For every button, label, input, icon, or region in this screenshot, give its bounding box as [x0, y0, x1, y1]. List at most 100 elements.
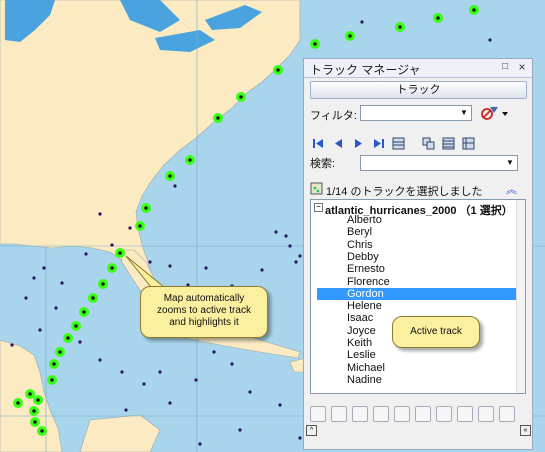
- filter-select[interactable]: ▼: [360, 105, 472, 121]
- table-icon[interactable]: [436, 406, 452, 422]
- active-track-point-center: [313, 42, 317, 46]
- active-track-point-center: [32, 409, 36, 413]
- sync-tables-icon[interactable]: [422, 137, 435, 150]
- track-item[interactable]: Debby: [347, 251, 379, 263]
- active-track-point-center: [118, 251, 122, 255]
- bottom-toolbar: [308, 406, 528, 424]
- track-item[interactable]: Michael: [347, 362, 385, 374]
- flash-track-icon[interactable]: [373, 406, 389, 422]
- track-item[interactable]: Gordon: [347, 288, 384, 300]
- active-track-point-center: [66, 336, 70, 340]
- track-point: [42, 266, 46, 270]
- track-point: [110, 243, 114, 247]
- filter-label: フィルタ:: [310, 110, 357, 122]
- panel-title: トラック マネージャ: [310, 63, 421, 77]
- track-item[interactable]: Keith: [347, 337, 372, 349]
- track-item[interactable]: Leslie: [347, 349, 376, 361]
- search-input[interactable]: ▼: [360, 155, 518, 171]
- track-point: [120, 370, 124, 374]
- pin-icon[interactable]: □: [499, 61, 511, 73]
- track-point: [288, 244, 292, 248]
- delete-icon[interactable]: [478, 406, 494, 422]
- track-point: [198, 442, 202, 446]
- track-point: [294, 260, 298, 264]
- tab-track[interactable]: トラック: [310, 81, 527, 99]
- track-point: [230, 362, 234, 366]
- table-view-icon[interactable]: [392, 137, 405, 150]
- tree-collapse-icon[interactable]: −: [314, 203, 323, 212]
- status-text: 1/14 のトラックを選択しました: [326, 186, 483, 198]
- active-track-point-center: [82, 310, 86, 314]
- track-item[interactable]: Alberto: [347, 214, 382, 226]
- track-point: [38, 328, 42, 332]
- attribute-table-icon[interactable]: [442, 137, 455, 150]
- track-callout-text: Active track: [410, 326, 462, 337]
- active-track-point-center: [276, 68, 280, 72]
- track-point: [278, 403, 282, 407]
- track-point: [173, 184, 177, 188]
- track-point: [298, 436, 302, 440]
- active-track-point-center: [36, 398, 40, 402]
- export-table-icon[interactable]: [462, 137, 475, 150]
- track-point: [98, 212, 102, 216]
- track-item[interactable]: Florence: [347, 276, 390, 288]
- pan-to-track-icon[interactable]: [352, 406, 368, 422]
- zoom-to-selection-icon[interactable]: [331, 406, 347, 422]
- track-point: [238, 428, 242, 432]
- map-callout-text: Map automatically zooms to active track …: [157, 293, 251, 328]
- chart-icon[interactable]: [457, 406, 473, 422]
- collapse-arrows-icon[interactable]: «: [520, 425, 531, 436]
- active-track-point-center: [101, 282, 105, 286]
- track-point: [24, 296, 28, 300]
- track-item[interactable]: Joyce: [347, 325, 376, 337]
- active-track-point-center: [52, 362, 56, 366]
- track-point: [168, 401, 172, 405]
- track-item[interactable]: Ernesto: [347, 263, 385, 275]
- track-point: [274, 230, 278, 234]
- track-item[interactable]: Isaac: [347, 312, 373, 324]
- track-point: [158, 370, 162, 374]
- active-track-point-center: [40, 429, 44, 433]
- active-track-point-center: [436, 16, 440, 20]
- track-point: [84, 252, 88, 256]
- active-track-point-center: [50, 378, 54, 382]
- track-point: [260, 268, 264, 272]
- tree-scrollbar[interactable]: [516, 200, 525, 393]
- time-slider-icon[interactable]: [415, 406, 431, 422]
- selection-icon: [310, 182, 323, 195]
- track-callout: Active track: [392, 316, 480, 348]
- active-track-point-center: [110, 266, 114, 270]
- active-track-point-center: [472, 8, 476, 12]
- track-item[interactable]: Helene: [347, 300, 382, 312]
- active-track-point-center: [216, 116, 220, 120]
- select-tool-icon[interactable]: [310, 406, 326, 422]
- collapse-icon[interactable]: ︽: [506, 181, 517, 197]
- track-item[interactable]: Beryl: [347, 226, 372, 238]
- options-icon[interactable]: [499, 406, 515, 422]
- next-track-icon[interactable]: [352, 137, 365, 150]
- track-point: [284, 234, 288, 238]
- track-item[interactable]: Chris: [347, 239, 373, 251]
- track-point: [248, 390, 252, 394]
- active-track-point-center: [188, 158, 192, 162]
- track-point: [298, 254, 302, 258]
- active-track-point-center: [398, 25, 402, 29]
- zoom-in-icon[interactable]: [394, 406, 410, 422]
- active-track-point-center: [74, 324, 78, 328]
- first-track-icon[interactable]: [312, 137, 325, 150]
- filter-icon[interactable]: [480, 105, 510, 121]
- active-track-point-center: [28, 392, 32, 396]
- close-icon[interactable]: ×: [516, 61, 528, 73]
- track-point: [98, 358, 102, 362]
- track-point: [54, 306, 58, 310]
- last-track-icon[interactable]: [372, 137, 385, 150]
- active-track-point-center: [33, 420, 37, 424]
- search-label: 検索:: [310, 158, 336, 170]
- track-item[interactable]: Nadine: [347, 374, 382, 386]
- active-track-point-center: [138, 224, 142, 228]
- panel-titlebar: トラック マネージャ □ ×: [304, 59, 532, 78]
- expand-icon[interactable]: ^: [306, 425, 317, 436]
- chevron-down-icon: ▼: [506, 158, 514, 167]
- active-track-point-center: [348, 34, 352, 38]
- previous-track-icon[interactable]: [332, 137, 345, 150]
